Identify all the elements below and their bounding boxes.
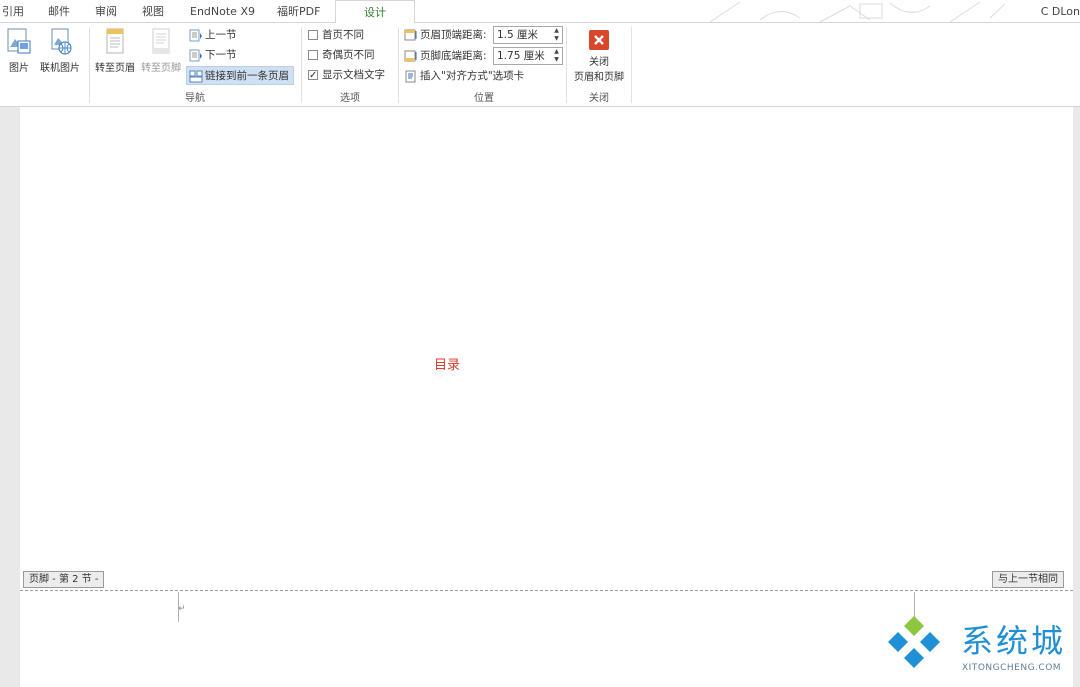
watermark-logo-icon <box>888 616 940 668</box>
next-section-label: 下一节 <box>205 49 237 61</box>
navigation-group-label: 导航 <box>185 93 205 104</box>
different-first-page-box[interactable] <box>308 30 318 40</box>
goto-footer-icon <box>152 28 170 54</box>
same-as-previous-tag: 与上一节相同 <box>992 571 1064 588</box>
goto-header-icon <box>106 28 124 54</box>
alignment-tab-icon <box>405 70 416 83</box>
close-group: 关闭 页眉和页脚 关闭 <box>567 23 631 107</box>
previous-section-button[interactable]: 上一节 <box>187 26 237 45</box>
document-area: 目录 页脚 - 第 2 节 - 与上一节相同 ↵ <box>0 107 1080 687</box>
goto-header-button[interactable]: 转至页眉 <box>93 27 137 74</box>
options-group: 首页不同 奇偶页不同 显示文档文字 选项 <box>302 23 398 107</box>
online-picture-icon <box>51 28 72 55</box>
online-picture-button[interactable]: 联机图片 <box>38 27 82 74</box>
header-from-top-label: 页眉顶端距离: <box>420 29 487 41</box>
different-first-page-label: 首页不同 <box>322 29 364 41</box>
user-account[interactable]: C DLon <box>1041 0 1080 23</box>
different-first-page-checkbox[interactable]: 首页不同 <box>306 26 364 44</box>
spin-arrows-icon[interactable]: ▲ ▼ <box>552 27 561 43</box>
options-group-label: 选项 <box>340 93 360 104</box>
different-odd-even-box[interactable] <box>308 50 318 60</box>
show-document-text-label: 显示文档文字 <box>322 69 385 81</box>
goto-footer-button[interactable]: 转至页脚 <box>139 27 183 74</box>
tab-view[interactable]: 视图 <box>142 0 164 23</box>
close-group-label: 关闭 <box>589 93 609 104</box>
ribbon: 图片 联机图片 转至页眉 转至页脚 上一节 下一节 链接到前一条页眉 导航 首页… <box>0 23 1080 107</box>
header-from-top-input[interactable]: 1.5 厘米 ▲ ▼ <box>493 26 563 44</box>
close-line2: 页眉和页脚 <box>574 72 624 83</box>
watermark: 系统城 XITONGCHENG.COM <box>886 614 1076 678</box>
show-document-text-box[interactable] <box>308 67 318 85</box>
show-document-text-checkbox[interactable]: 显示文档文字 <box>306 66 385 85</box>
group-separator <box>398 27 399 103</box>
next-section-icon <box>189 49 202 62</box>
close-header-footer-button[interactable]: 关闭 页眉和页脚 <box>567 29 631 83</box>
goto-footer-label: 转至页脚 <box>141 63 181 74</box>
toc-heading[interactable]: 目录 <box>434 354 460 373</box>
tab-references[interactable]: 引用 <box>2 0 24 23</box>
tab-review[interactable]: 审阅 <box>95 0 117 23</box>
close-icon <box>589 30 609 50</box>
close-line1: 关闭 <box>589 57 609 68</box>
previous-section-icon <box>189 29 202 42</box>
tab-design[interactable]: 设计 <box>335 0 415 24</box>
footer-from-bottom-input[interactable]: 1.75 厘米 ▲ ▼ <box>493 47 563 65</box>
previous-section-label: 上一节 <box>205 29 237 41</box>
footer-from-bottom-spinner: 页脚底端距离: 1.75 厘米 ▲ ▼ <box>404 47 566 65</box>
group-separator <box>631 27 632 103</box>
navigation-group: 转至页眉 转至页脚 上一节 下一节 链接到前一条页眉 导航 <box>89 23 301 107</box>
picture-label: 图片 <box>9 63 29 74</box>
insert-alignment-tab-button[interactable]: 插入"对齐方式"选项卡 <box>402 67 524 86</box>
picture-icon <box>7 28 31 54</box>
link-to-previous-label: 链接到前一条页眉 <box>205 70 289 82</box>
different-odd-even-label: 奇偶页不同 <box>322 49 375 61</box>
position-group-label: 位置 <box>474 93 494 104</box>
footer-position-icon <box>404 50 417 62</box>
watermark-subtitle: XITONGCHENG.COM <box>962 663 1062 673</box>
insert-alignment-tab-label: 插入"对齐方式"选项卡 <box>420 70 525 82</box>
tab-mailings[interactable]: 邮件 <box>48 0 70 23</box>
link-to-previous-button[interactable]: 链接到前一条页眉 <box>186 66 294 85</box>
different-odd-even-checkbox[interactable]: 奇偶页不同 <box>306 46 375 64</box>
tab-bar-decoration <box>709 1 1006 23</box>
tab-endnote[interactable]: EndNote X9 <box>190 0 255 23</box>
footer-separator-line <box>20 590 1073 591</box>
next-section-button[interactable]: 下一节 <box>187 46 237 65</box>
tab-foxit-pdf[interactable]: 福昕PDF <box>277 0 320 23</box>
goto-header-label: 转至页眉 <box>95 63 135 74</box>
position-group: 页眉顶端距离: 1.5 厘米 ▲ ▼ 页脚底端距离: 1.75 厘米 ▲ ▼ 插… <box>402 23 566 107</box>
watermark-title: 系统城 <box>961 622 1067 660</box>
footer-section-tag: 页脚 - 第 2 节 - <box>23 571 105 588</box>
spin-arrows-icon[interactable]: ▲ ▼ <box>552 48 561 64</box>
ribbon-tab-bar: 引用 邮件 审阅 视图 EndNote X9 福昕PDF 设计 C DLon <box>0 0 1080 24</box>
header-from-top-value: 1.5 厘米 <box>497 29 539 41</box>
header-position-icon <box>404 29 417 41</box>
link-to-previous-icon <box>189 70 203 83</box>
footer-from-bottom-label: 页脚底端距离: <box>420 50 487 62</box>
online-picture-label: 联机图片 <box>40 63 80 74</box>
picture-button[interactable]: 图片 <box>4 27 34 74</box>
paragraph-mark[interactable]: ↵ <box>178 604 186 614</box>
header-from-top-spinner: 页眉顶端距离: 1.5 厘米 ▲ ▼ <box>404 26 566 44</box>
footer-from-bottom-value: 1.75 厘米 <box>497 50 545 62</box>
